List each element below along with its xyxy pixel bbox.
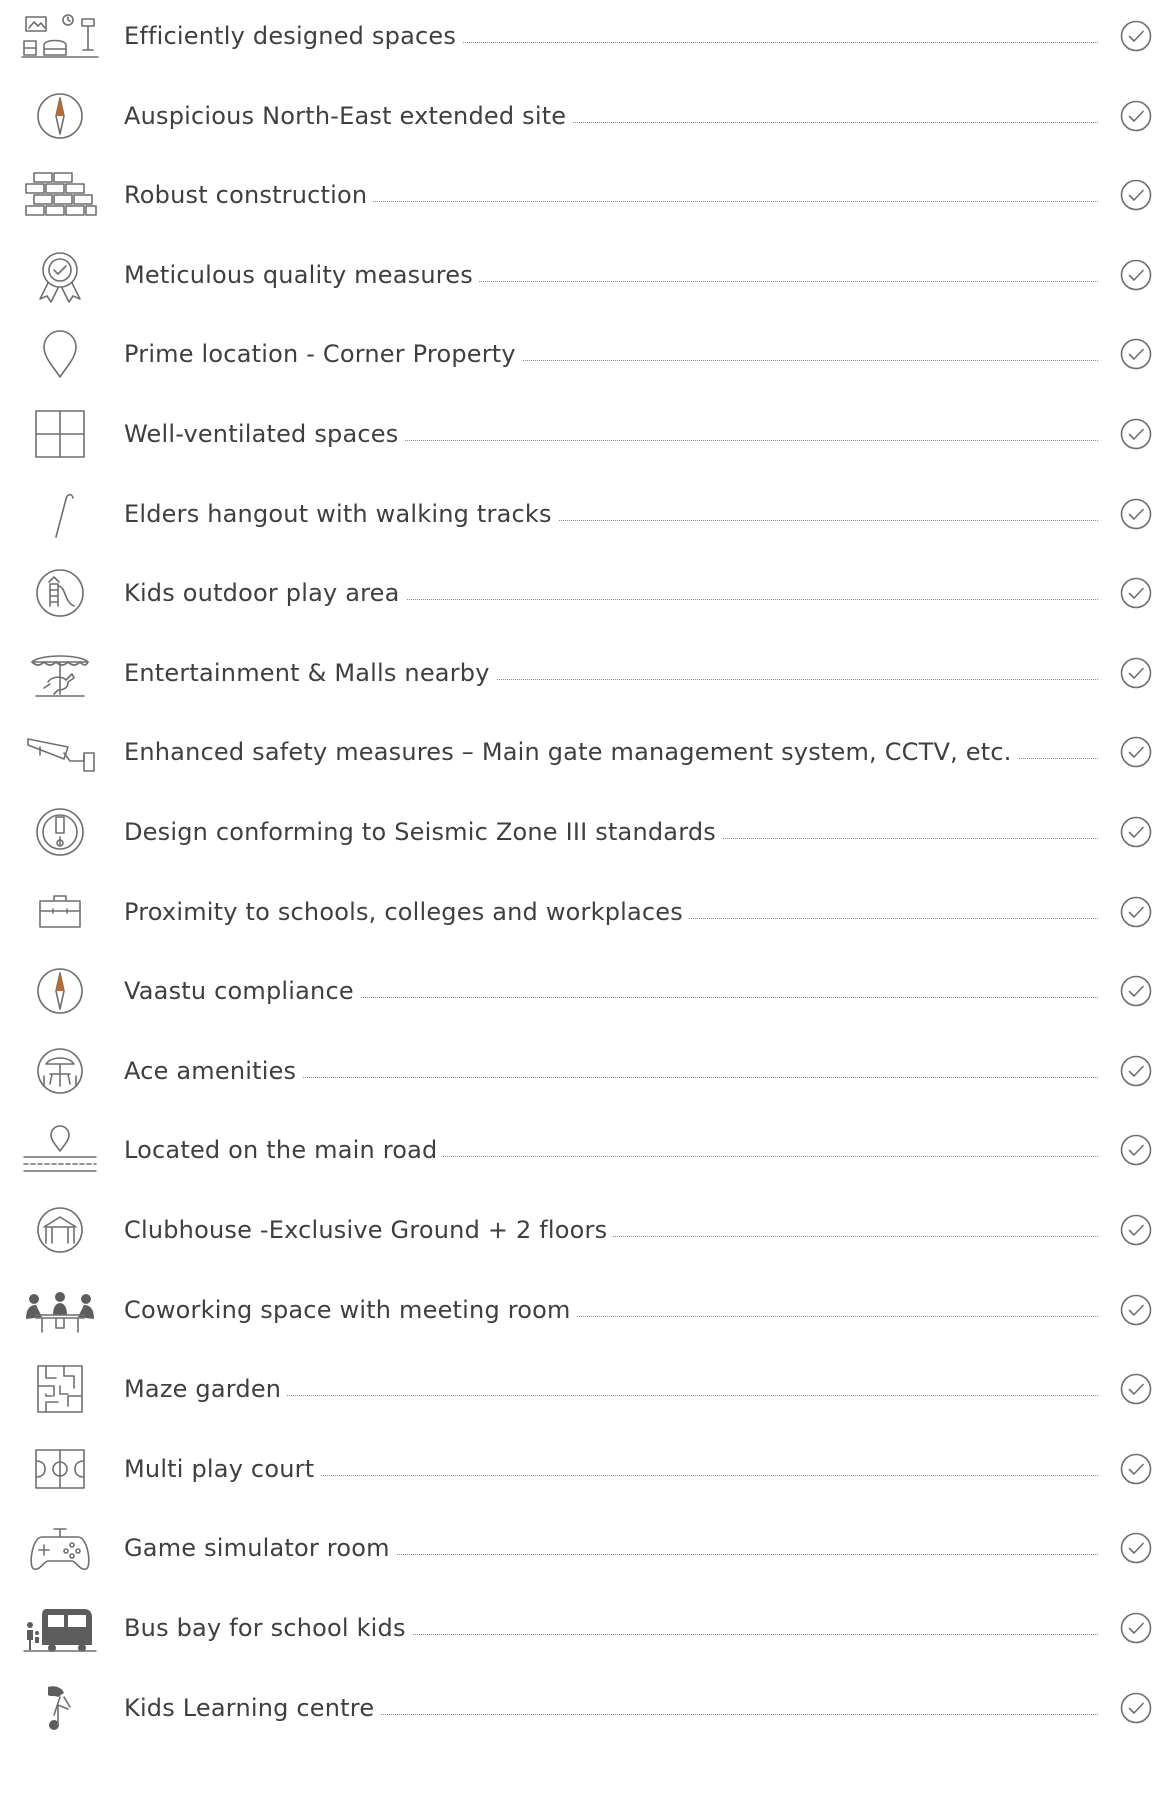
road-pin-icon <box>20 1125 100 1175</box>
meeting-icon <box>20 1285 100 1335</box>
feature-row: Efficiently designed spaces <box>0 6 1158 66</box>
feature-label: Ace amenities <box>124 1041 303 1101</box>
feature-row: Meticulous quality measures <box>0 245 1158 305</box>
feature-row: Located on the main road <box>0 1120 1158 1180</box>
check-circle-icon <box>1120 20 1152 52</box>
court-icon <box>20 1444 100 1494</box>
feature-row: Vaastu compliance <box>0 961 1158 1021</box>
feature-row: Prime location - Corner Property <box>0 324 1158 384</box>
learning-icon <box>20 1683 100 1733</box>
compass-icon <box>20 966 100 1016</box>
check-circle-icon <box>1120 1692 1152 1724</box>
feature-row: Enhanced safety measures – Main gate man… <box>0 722 1158 782</box>
check-circle-icon <box>1120 1532 1152 1564</box>
feature-label: Game simulator room <box>124 1518 396 1578</box>
quality-badge-icon <box>20 250 100 303</box>
check-circle-icon <box>1120 1214 1152 1246</box>
patio-table-icon <box>20 1046 100 1096</box>
check-circle-icon <box>1120 179 1152 211</box>
check-circle-icon <box>1120 1055 1152 1087</box>
feature-row: Robust construction <box>0 165 1158 225</box>
feature-row: Kids outdoor play area <box>0 563 1158 623</box>
feature-label: Entertainment & Malls nearby <box>124 643 496 703</box>
feature-row: Well-ventilated spaces <box>0 404 1158 464</box>
check-circle-icon <box>1120 1294 1152 1326</box>
feature-row: Clubhouse -Exclusive Ground + 2 floors <box>0 1200 1158 1260</box>
check-circle-icon <box>1120 418 1152 450</box>
furniture-icon <box>20 11 100 61</box>
check-circle-icon <box>1120 259 1152 291</box>
check-circle-icon <box>1120 1373 1152 1405</box>
brick-wall-icon <box>20 170 100 220</box>
check-circle-icon <box>1120 1612 1152 1644</box>
feature-label: Multi play court <box>124 1439 321 1499</box>
feature-label: Proximity to schools, colleges and workp… <box>124 882 689 942</box>
feature-label: Coworking space with meeting room <box>124 1280 577 1340</box>
check-circle-icon <box>1120 975 1152 1007</box>
compass-icon <box>20 91 100 141</box>
feature-label: Elders hangout with walking tracks <box>124 484 558 544</box>
feature-row: Bus bay for school kids <box>0 1598 1158 1658</box>
feature-row: Design conforming to Seismic Zone III st… <box>0 802 1158 862</box>
feature-row: Ace amenities <box>0 1041 1158 1101</box>
check-circle-icon <box>1120 100 1152 132</box>
feature-label: Enhanced safety measures – Main gate man… <box>124 722 1018 782</box>
cctv-camera-icon <box>20 727 100 777</box>
feature-row: Multi play court <box>0 1439 1158 1499</box>
feature-row: Elders hangout with walking tracks <box>0 484 1158 544</box>
check-circle-icon <box>1120 338 1152 370</box>
feature-label: Prime location - Corner Property <box>124 324 522 384</box>
feature-row: Proximity to schools, colleges and workp… <box>0 882 1158 942</box>
check-circle-icon <box>1120 498 1152 530</box>
check-circle-icon <box>1120 1134 1152 1166</box>
feature-row: Kids Learning centre <box>0 1678 1158 1738</box>
feature-label: Kids Learning centre <box>124 1678 381 1738</box>
gamepad-icon <box>20 1523 100 1573</box>
seismic-icon <box>20 807 100 857</box>
check-circle-icon <box>1120 1453 1152 1485</box>
feature-label: Bus bay for school kids <box>124 1598 412 1658</box>
feature-label: Meticulous quality measures <box>124 245 479 305</box>
feature-label: Robust construction <box>124 165 374 225</box>
feature-label: Vaastu compliance <box>124 961 360 1021</box>
check-circle-icon <box>1120 577 1152 609</box>
feature-row: Entertainment & Malls nearby <box>0 643 1158 703</box>
check-circle-icon <box>1120 657 1152 689</box>
maze-icon <box>20 1364 100 1414</box>
feature-row: Maze garden <box>0 1359 1158 1419</box>
features-list: Efficiently designed spaces Auspicious No… <box>0 0 1158 1816</box>
check-circle-icon <box>1120 896 1152 928</box>
clubhouse-icon <box>20 1205 100 1255</box>
school-bus-icon <box>20 1603 100 1653</box>
feature-label: Located on the main road <box>124 1120 444 1180</box>
check-circle-icon <box>1120 736 1152 768</box>
briefcase-icon <box>20 887 100 937</box>
feature-label: Well-ventilated spaces <box>124 404 405 464</box>
carousel-icon <box>20 648 100 698</box>
feature-label: Kids outdoor play area <box>124 563 406 623</box>
walking-stick-icon <box>20 489 100 539</box>
window-icon <box>20 409 100 459</box>
feature-label: Efficiently designed spaces <box>124 6 463 66</box>
feature-row: Auspicious North-East extended site <box>0 86 1158 146</box>
slide-icon <box>20 568 100 618</box>
feature-label: Design conforming to Seismic Zone III st… <box>124 802 722 862</box>
location-pin-icon <box>20 329 100 379</box>
feature-label: Auspicious North-East extended site <box>124 86 573 146</box>
feature-label: Clubhouse -Exclusive Ground + 2 floors <box>124 1200 614 1260</box>
feature-label: Maze garden <box>124 1359 288 1419</box>
feature-row: Coworking space with meeting room <box>0 1280 1158 1340</box>
check-circle-icon <box>1120 816 1152 848</box>
feature-row: Game simulator room <box>0 1518 1158 1578</box>
